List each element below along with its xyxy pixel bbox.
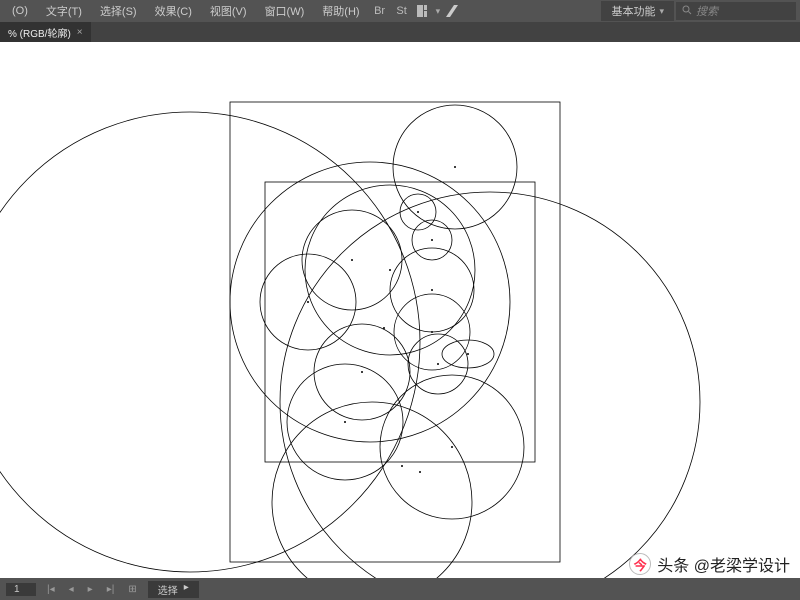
prev-artboard-icon[interactable]: ◂ xyxy=(66,584,77,595)
search-placeholder: 搜索 xyxy=(696,3,718,19)
tool-label: 选择 xyxy=(158,582,178,597)
status-bar: 1 |◂ ◂ ▸ ▸| ⊞ 选择 ▸ xyxy=(0,578,800,600)
chevron-down-icon: ▾ xyxy=(659,6,664,17)
menu-bar: (O) 文字(T) 选择(S) 效果(C) 视图(V) 窗口(W) 帮助(H) … xyxy=(0,0,800,22)
chevron-right-icon: ▸ xyxy=(184,582,189,597)
canvas[interactable] xyxy=(0,42,800,578)
first-artboard-icon[interactable]: |◂ xyxy=(44,584,58,595)
artboard-nav-icon[interactable]: ⊞ xyxy=(125,584,139,595)
chevron-down-icon: ▾ xyxy=(436,6,441,17)
next-artboard-icon[interactable]: ▸ xyxy=(85,584,96,595)
document-tab[interactable]: % (RGB/轮廓) × xyxy=(0,22,91,42)
search-icon xyxy=(682,5,692,18)
menu-window[interactable]: 窗口(W) xyxy=(257,1,313,21)
workspace-label: 基本功能 xyxy=(611,3,655,19)
stock-icon[interactable]: St xyxy=(392,2,412,20)
menu-object[interactable]: (O) xyxy=(4,3,36,19)
search-input[interactable]: 搜索 xyxy=(676,2,796,20)
artwork-svg xyxy=(0,42,800,578)
last-artboard-icon[interactable]: ▸| xyxy=(104,584,118,595)
arrange-icon[interactable] xyxy=(414,2,434,20)
menu-view[interactable]: 视图(V) xyxy=(202,1,255,21)
current-tool-display[interactable]: 选择 ▸ xyxy=(148,581,199,598)
artboard-number[interactable]: 1 xyxy=(6,583,36,596)
workspace-switcher[interactable]: 基本功能 ▾ xyxy=(601,1,674,21)
feather-icon[interactable] xyxy=(442,2,462,20)
menu-effect[interactable]: 效果(C) xyxy=(147,1,200,21)
close-icon[interactable]: × xyxy=(77,27,83,38)
document-tab-label: % (RGB/轮廓) xyxy=(8,25,71,40)
document-tab-bar: % (RGB/轮廓) × xyxy=(0,22,800,42)
menu-help[interactable]: 帮助(H) xyxy=(314,1,367,21)
menu-select[interactable]: 选择(S) xyxy=(92,1,145,21)
menu-type[interactable]: 文字(T) xyxy=(38,1,90,21)
bridge-icon[interactable]: Br xyxy=(370,2,390,20)
